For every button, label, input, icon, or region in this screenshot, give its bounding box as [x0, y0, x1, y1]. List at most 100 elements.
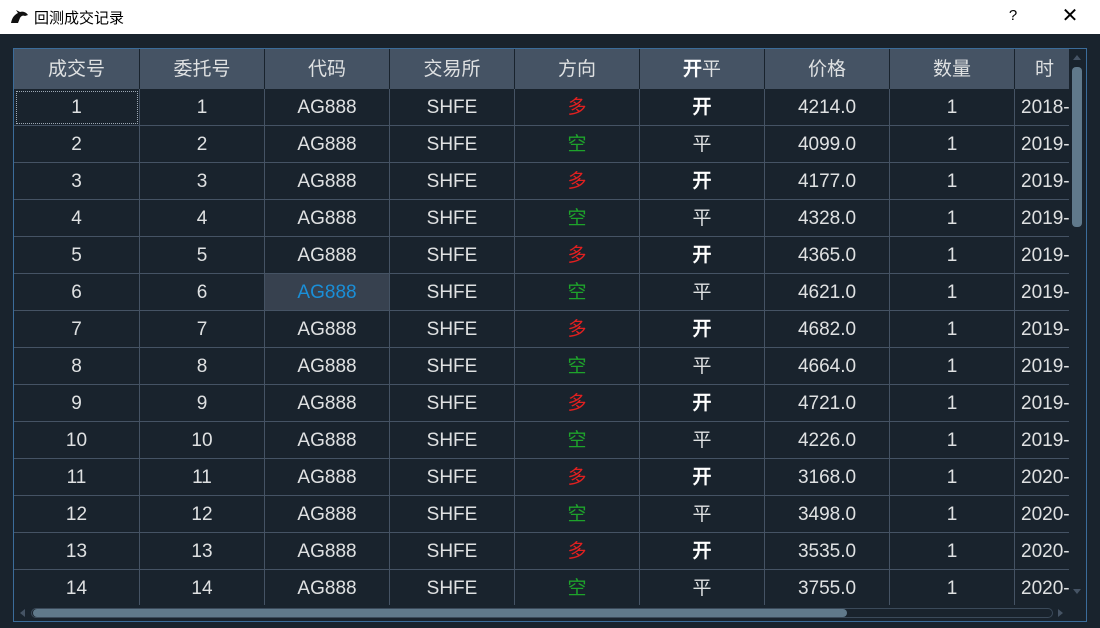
cell-direction[interactable]: 空 — [515, 570, 640, 607]
cell-tradeid[interactable]: 11 — [14, 459, 140, 496]
cell-price[interactable]: 3498.0 — [765, 496, 890, 533]
cell-exchange[interactable]: SHFE — [390, 274, 515, 311]
cell-orderid[interactable]: 11 — [140, 459, 265, 496]
cell-exchange[interactable]: SHFE — [390, 533, 515, 570]
table-row[interactable]: 13 13 AG888 SHFE 多开 3535.0 1 2020- — [14, 533, 1075, 570]
cell-symbol[interactable]: AG888 — [265, 200, 390, 237]
cell-price[interactable]: 3755.0 — [765, 570, 890, 607]
horizontal-scroll-thumb[interactable] — [33, 609, 847, 617]
cell-symbol[interactable]: AG888 — [265, 311, 390, 348]
cell-offset[interactable]: 开 — [640, 89, 765, 126]
cell-volume[interactable]: 1 — [890, 459, 1015, 496]
cell-time[interactable]: 2019- — [1015, 274, 1075, 311]
cell-orderid[interactable]: 8 — [140, 348, 265, 385]
cell-volume[interactable]: 1 — [890, 89, 1015, 126]
header-tradeid[interactable]: 成交号 — [14, 49, 140, 89]
cell-direction[interactable]: 多 — [515, 163, 640, 200]
cell-price[interactable]: 4328.0 — [765, 200, 890, 237]
cell-orderid[interactable]: 1 — [140, 89, 265, 126]
cell-offset[interactable]: 开 — [640, 311, 765, 348]
cell-direction[interactable]: 空 — [515, 348, 640, 385]
cell-time[interactable]: 2020- — [1015, 570, 1075, 607]
cell-time[interactable]: 2018- — [1015, 89, 1075, 126]
cell-direction[interactable]: 空 — [515, 274, 640, 311]
cell-time[interactable]: 2019- — [1015, 163, 1075, 200]
cell-exchange[interactable]: SHFE — [390, 385, 515, 422]
cell-direction[interactable]: 多 — [515, 459, 640, 496]
cell-price[interactable]: 4214.0 — [765, 89, 890, 126]
cell-exchange[interactable]: SHFE — [390, 163, 515, 200]
cell-symbol[interactable]: AG888 — [265, 126, 390, 163]
cell-direction[interactable]: 空 — [515, 496, 640, 533]
header-volume[interactable]: 数量 — [890, 49, 1015, 89]
table-row[interactable]: 1 1 AG888 SHFE 多开 4214.0 1 2018- — [14, 89, 1075, 126]
cell-offset[interactable]: 平 — [640, 496, 765, 533]
cell-volume[interactable]: 1 — [890, 533, 1015, 570]
header-direction[interactable]: 方向 — [515, 49, 640, 89]
cell-direction[interactable]: 空 — [515, 200, 640, 237]
cell-exchange[interactable]: SHFE — [390, 89, 515, 126]
cell-volume[interactable]: 1 — [890, 496, 1015, 533]
cell-direction[interactable]: 多 — [515, 385, 640, 422]
cell-exchange[interactable]: SHFE — [390, 496, 515, 533]
cell-offset[interactable]: 平 — [640, 422, 765, 459]
close-button[interactable]: ✕ — [1050, 2, 1090, 30]
cell-direction[interactable]: 多 — [515, 311, 640, 348]
scroll-left-arrow-icon[interactable] — [20, 609, 25, 617]
cell-direction[interactable]: 多 — [515, 533, 640, 570]
help-button[interactable]: ? — [1000, 2, 1026, 30]
trade-records-table[interactable]: 成交号 委托号 代码 交易所 方向 开平 价格 数量 时 1 1 AG888 SHFE… — [13, 48, 1087, 622]
cell-tradeid[interactable]: 3 — [14, 163, 140, 200]
cell-volume[interactable]: 1 — [890, 570, 1015, 607]
cell-volume[interactable]: 1 — [890, 422, 1015, 459]
cell-offset[interactable]: 开 — [640, 533, 765, 570]
cell-orderid[interactable]: 7 — [140, 311, 265, 348]
cell-symbol[interactable]: AG888 — [265, 422, 390, 459]
scroll-right-arrow-icon[interactable] — [1058, 609, 1063, 617]
cell-orderid[interactable]: 14 — [140, 570, 265, 607]
table-row[interactable]: 6 6 AG888 SHFE 空平 4621.0 1 2019- — [14, 274, 1075, 311]
cell-time[interactable]: 2019- — [1015, 126, 1075, 163]
cell-symbol[interactable]: AG888 — [265, 570, 390, 607]
cell-orderid[interactable]: 6 — [140, 274, 265, 311]
cell-tradeid[interactable]: 10 — [14, 422, 140, 459]
cell-direction[interactable]: 多 — [515, 237, 640, 274]
cell-offset[interactable]: 平 — [640, 348, 765, 385]
cell-direction[interactable]: 空 — [515, 422, 640, 459]
table-row[interactable]: 7 7 AG888 SHFE 多开 4682.0 1 2019- — [14, 311, 1075, 348]
cell-volume[interactable]: 1 — [890, 348, 1015, 385]
cell-symbol[interactable]: AG888 — [265, 533, 390, 570]
cell-tradeid[interactable]: 7 — [14, 311, 140, 348]
cell-orderid[interactable]: 12 — [140, 496, 265, 533]
table-row[interactable]: 4 4 AG888 SHFE 空平 4328.0 1 2019- — [14, 200, 1075, 237]
cell-time[interactable]: 2019- — [1015, 422, 1075, 459]
cell-price[interactable]: 4177.0 — [765, 163, 890, 200]
cell-price[interactable]: 4226.0 — [765, 422, 890, 459]
cell-time[interactable]: 2020- — [1015, 496, 1075, 533]
cell-tradeid[interactable]: 4 — [14, 200, 140, 237]
cell-offset[interactable]: 开 — [640, 163, 765, 200]
cell-tradeid[interactable]: 12 — [14, 496, 140, 533]
horizontal-scrollbar[interactable] — [14, 605, 1070, 621]
cell-offset[interactable]: 开 — [640, 459, 765, 496]
cell-orderid[interactable]: 9 — [140, 385, 265, 422]
cell-offset[interactable]: 开 — [640, 385, 765, 422]
cell-orderid[interactable]: 4 — [140, 200, 265, 237]
table-row[interactable]: 2 2 AG888 SHFE 空平 4099.0 1 2019- — [14, 126, 1075, 163]
table-row[interactable]: 3 3 AG888 SHFE 多开 4177.0 1 2019- — [14, 163, 1075, 200]
cell-exchange[interactable]: SHFE — [390, 459, 515, 496]
cell-orderid[interactable]: 13 — [140, 533, 265, 570]
scroll-down-arrow-icon[interactable] — [1073, 589, 1081, 594]
cell-direction[interactable]: 空 — [515, 126, 640, 163]
cell-price[interactable]: 4664.0 — [765, 348, 890, 385]
cell-offset[interactable]: 平 — [640, 126, 765, 163]
scroll-up-arrow-icon[interactable] — [1073, 55, 1081, 60]
cell-symbol[interactable]: AG888 — [265, 274, 390, 311]
cell-orderid[interactable]: 2 — [140, 126, 265, 163]
cell-exchange[interactable]: SHFE — [390, 348, 515, 385]
cell-tradeid[interactable]: 1 — [14, 89, 140, 126]
cell-symbol[interactable]: AG888 — [265, 459, 390, 496]
cell-time[interactable]: 2020- — [1015, 459, 1075, 496]
cell-volume[interactable]: 1 — [890, 274, 1015, 311]
cell-volume[interactable]: 1 — [890, 311, 1015, 348]
